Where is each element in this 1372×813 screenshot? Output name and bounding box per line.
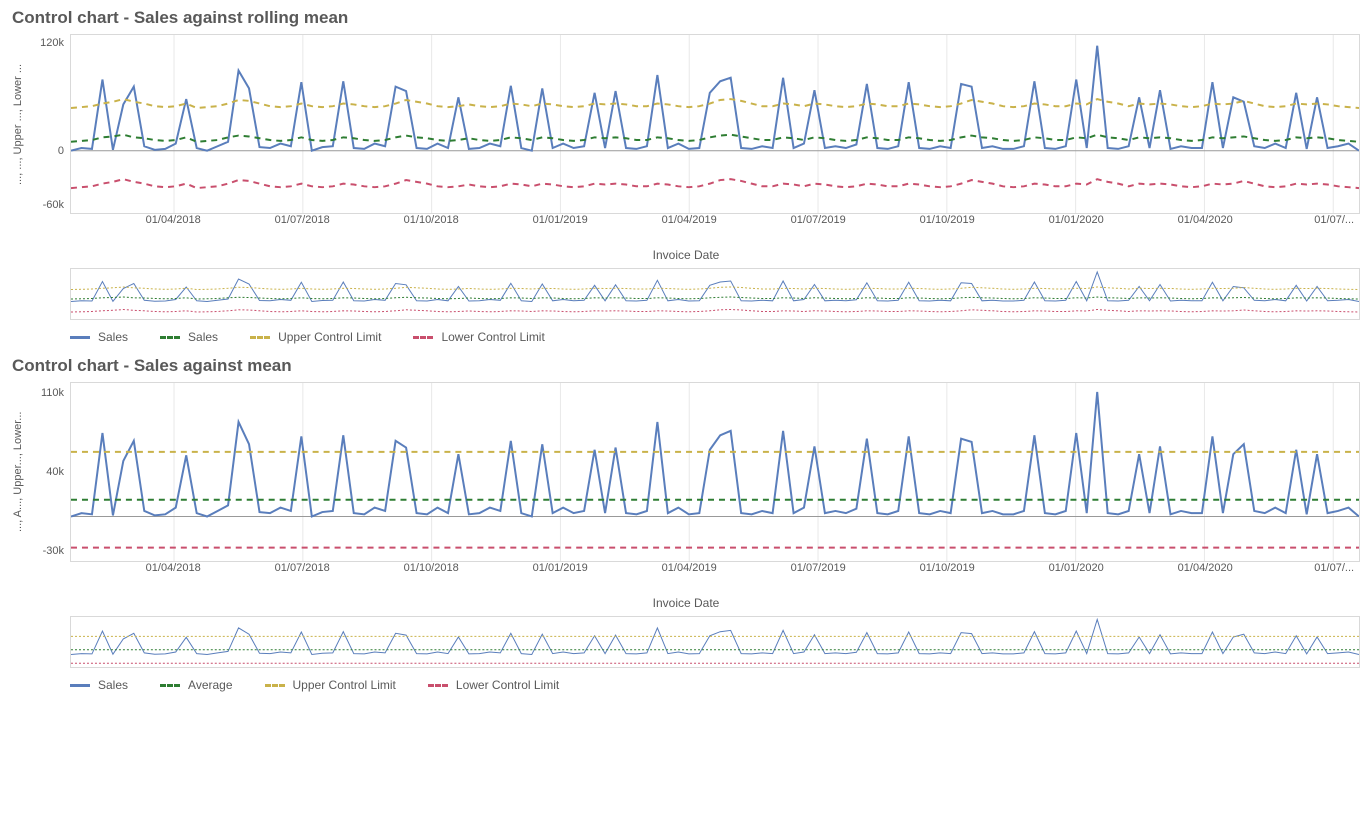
legend-item-ucl[interactable]: Upper Control Limit — [250, 330, 381, 344]
legend-label: Lower Control Limit — [456, 678, 559, 692]
legend-label: Upper Control Limit — [278, 330, 381, 344]
legend-item-lcl[interactable]: Lower Control Limit — [428, 678, 559, 692]
y-axis-ticks: -60k0120k — [26, 34, 70, 214]
legend-swatch-icon — [70, 336, 90, 339]
legend-swatch-icon — [70, 684, 90, 687]
x-axis-label: Invoice Date — [12, 596, 1360, 610]
chart-title: Control chart - Sales against rolling me… — [12, 8, 1360, 28]
y-axis-label: ..., A..., Upper..., Lower... — [12, 382, 26, 562]
chart-legend: Sales Sales Upper Control Limit Lower Co… — [70, 330, 1360, 344]
chart-title: Control chart - Sales against mean — [12, 356, 1360, 376]
legend-label: Upper Control Limit — [293, 678, 396, 692]
legend-item-lcl[interactable]: Lower Control Limit — [413, 330, 544, 344]
legend-item-sales-mean[interactable]: Sales — [160, 330, 218, 344]
legend-label: Lower Control Limit — [441, 330, 544, 344]
legend-item-sales[interactable]: Sales — [70, 678, 128, 692]
x-axis-ticks: 01/04/201801/07/201801/10/201801/01/2019… — [70, 214, 1360, 230]
y-axis-label: ..., ..., Upper ..., Lower ... — [12, 34, 26, 214]
legend-label: Average — [188, 678, 232, 692]
x-axis-ticks: 01/04/201801/07/201801/10/201801/01/2019… — [70, 562, 1360, 578]
legend-swatch-icon — [160, 684, 180, 687]
y-axis-ticks: -30k40k110k — [26, 382, 70, 562]
legend-swatch-icon — [413, 336, 433, 339]
chart-overview-scrubber[interactable] — [70, 616, 1360, 668]
legend-swatch-icon — [160, 336, 180, 339]
legend-label: Sales — [98, 678, 128, 692]
legend-label: Sales — [98, 330, 128, 344]
chart-legend: Sales Average Upper Control Limit Lower … — [70, 678, 1360, 692]
chart-overview-scrubber[interactable] — [70, 268, 1360, 320]
legend-item-sales[interactable]: Sales — [70, 330, 128, 344]
chart-plot-area[interactable] — [70, 382, 1360, 562]
legend-swatch-icon — [428, 684, 448, 687]
legend-item-ucl[interactable]: Upper Control Limit — [265, 678, 396, 692]
legend-item-average[interactable]: Average — [160, 678, 232, 692]
control-chart-rolling-mean: Control chart - Sales against rolling me… — [12, 8, 1360, 344]
legend-swatch-icon — [265, 684, 285, 687]
legend-swatch-icon — [250, 336, 270, 339]
legend-label: Sales — [188, 330, 218, 344]
x-axis-label: Invoice Date — [12, 248, 1360, 262]
control-chart-mean: Control chart - Sales against mean ..., … — [12, 356, 1360, 692]
chart-plot-area[interactable] — [70, 34, 1360, 214]
